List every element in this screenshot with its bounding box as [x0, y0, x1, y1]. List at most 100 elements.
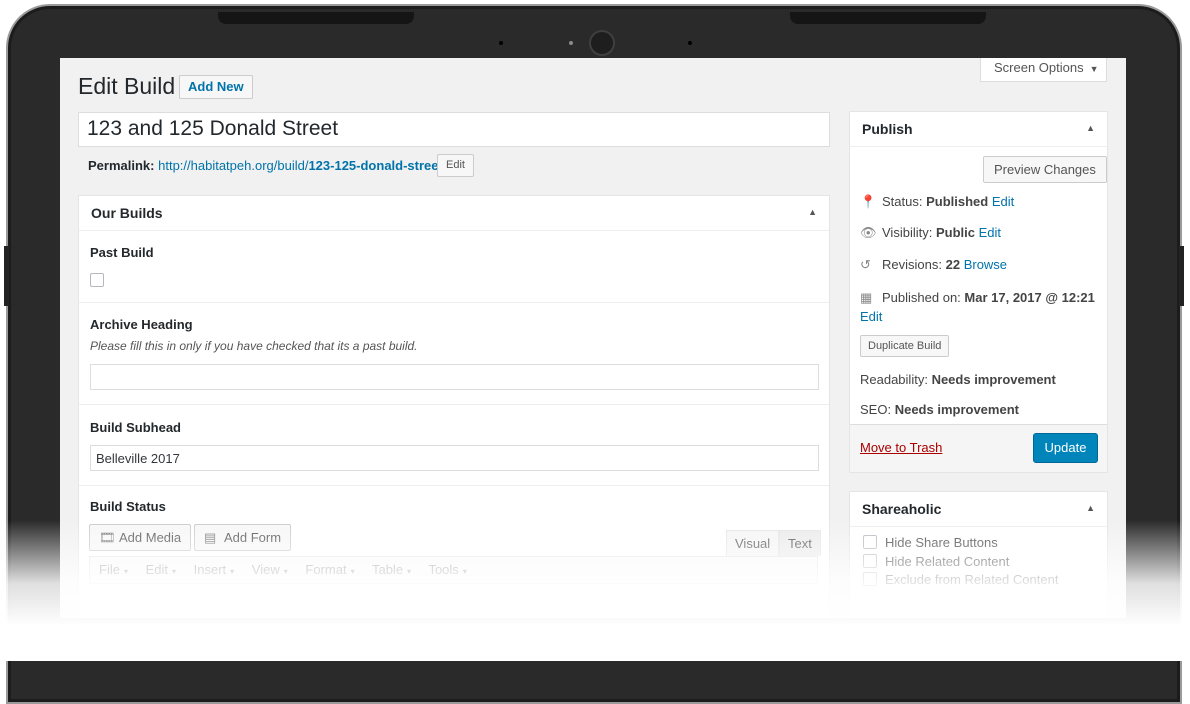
permalink-base: http://habitatpeh.org/build/: [158, 158, 309, 173]
add-media-label: Add Media: [119, 530, 182, 545]
menu-edit[interactable]: Edit: [146, 562, 168, 577]
update-button[interactable]: Update: [1033, 433, 1098, 463]
status-row: 📍 Status: Published Edit: [860, 194, 1014, 210]
published-on-edit-link[interactable]: Edit: [860, 309, 882, 324]
tab-visual[interactable]: Visual: [726, 530, 780, 556]
history-icon: ↺: [860, 257, 871, 272]
revisions-row: ↺ Revisions: 22 Browse: [860, 257, 1007, 273]
post-title-input[interactable]: 123 and 125 Donald Street: [78, 112, 830, 147]
move-to-trash-link[interactable]: Move to Trash: [860, 440, 942, 455]
published-on-row: ▦ Published on: Mar 17, 2017 @ 12:21 Edit: [860, 288, 1100, 326]
menu-file[interactable]: File: [99, 562, 120, 577]
duplicate-build-button[interactable]: Duplicate Build: [860, 335, 950, 357]
published-on-value: Mar 17, 2017 @ 12:21: [964, 290, 1095, 305]
revisions-label: Revisions:: [882, 257, 942, 272]
screen-options-button[interactable]: Screen Options ▼: [980, 58, 1107, 82]
revisions-browse-link[interactable]: Browse: [964, 257, 1007, 272]
visibility-value: Public: [935, 225, 975, 240]
exclude-related-content-checkbox[interactable]: [863, 572, 877, 586]
menu-view[interactable]: View: [252, 562, 280, 577]
archive-heading-input[interactable]: [90, 364, 819, 390]
permalink-slug: 123-125-donald-street: [308, 158, 443, 173]
hide-share-buttons-label: Hide Share Buttons: [885, 535, 998, 550]
menu-format[interactable]: Format: [305, 562, 346, 577]
screen: Screen Options ▼ Edit Build Add New 123 a…: [60, 58, 1126, 618]
permalink-edit-button[interactable]: Edit: [437, 154, 474, 177]
triangle-down-icon: ▼: [1089, 64, 1099, 74]
readability-row: Readability: Needs improvement: [860, 372, 1056, 387]
past-build-field: Past Build: [79, 231, 829, 303]
add-form-label: Add Form: [224, 530, 282, 545]
hinge-right: [790, 12, 986, 24]
shareaholic-item[interactable]: Hide Share Buttons: [863, 535, 998, 550]
build-status-label: Build Status: [90, 499, 166, 514]
past-build-label: Past Build: [90, 245, 154, 260]
sensor-dot: [499, 41, 503, 45]
editor-menubar: File ▾ Edit ▾ Insert ▾ View ▾ Format ▾ Table ▾…: [89, 556, 818, 584]
publish-title: Publish: [862, 121, 913, 137]
side-button: [4, 246, 9, 306]
calendar-icon: ▦: [860, 290, 873, 305]
page-title: Edit Build: [78, 73, 176, 99]
preview-changes-button[interactable]: Preview Changes: [983, 156, 1107, 183]
build-subhead-input[interactable]: Belleville 2017: [90, 445, 819, 471]
triangle-up-icon[interactable]: ▲: [1086, 503, 1095, 513]
menu-tools[interactable]: Tools: [428, 562, 458, 577]
menu-table[interactable]: Table: [372, 562, 403, 577]
pin-icon: 📍: [860, 194, 877, 209]
publish-header[interactable]: Publish ▲: [850, 112, 1107, 147]
hinge-left: [218, 12, 414, 24]
status-edit-link[interactable]: Edit: [992, 194, 1014, 209]
tab-text[interactable]: Text: [779, 530, 821, 556]
build-subhead-field: Build Subhead Belleville 2017: [79, 405, 829, 486]
readability-value: Needs improvement: [931, 372, 1056, 387]
triangle-up-icon[interactable]: ▲: [1086, 123, 1095, 133]
shareaholic-header[interactable]: Shareaholic ▲: [850, 492, 1107, 527]
our-builds-title: Our Builds: [91, 205, 163, 221]
add-new-button[interactable]: Add New: [179, 75, 253, 99]
published-on-label: Published on:: [882, 290, 961, 305]
archive-heading-description: Please fill this in only if you have che…: [90, 339, 418, 353]
hide-related-content-checkbox[interactable]: [863, 554, 877, 568]
exclude-related-content-label: Exclude from Related Content: [885, 572, 1059, 587]
visibility-row: 👁 Visibility: Public Edit: [860, 225, 1001, 241]
permalink-link[interactable]: http://habitatpeh.org/build/123-125-dona…: [158, 158, 446, 173]
eye-icon: 👁: [860, 225, 877, 240]
add-media-button[interactable]: 🎞 Add Media: [89, 524, 192, 551]
status-value: Published: [926, 194, 989, 209]
permalink: Permalink: http://habitatpeh.org/build/1…: [88, 158, 446, 173]
menu-insert[interactable]: Insert: [194, 562, 227, 577]
triangle-up-icon[interactable]: ▲: [808, 207, 817, 217]
our-builds-box: Our Builds ▲ Past Build Archive Heading P…: [78, 195, 830, 618]
status-label: Status:: [882, 194, 923, 209]
past-build-checkbox[interactable]: [90, 273, 104, 287]
sensor-dot: [688, 41, 692, 45]
media-icon: 🎞: [99, 530, 116, 545]
shareaholic-item[interactable]: Exclude from Related Content: [863, 572, 1058, 587]
form-icon: ▤: [204, 530, 217, 545]
our-builds-header[interactable]: Our Builds ▲: [79, 196, 829, 231]
side-button: [1179, 246, 1184, 306]
archive-heading-label: Archive Heading: [90, 317, 193, 332]
add-form-button[interactable]: ▤ Add Form: [194, 524, 292, 551]
visibility-label: Visibility:: [882, 225, 933, 240]
hide-related-content-label: Hide Related Content: [885, 554, 1010, 569]
archive-heading-field: Archive Heading Please fill this in only…: [79, 303, 829, 405]
shareaholic-box: Shareaholic ▲ Hide Share Buttons Hide Rel…: [849, 491, 1108, 618]
shareaholic-title: Shareaholic: [862, 501, 942, 517]
seo-row: SEO: Needs improvement: [860, 402, 1019, 417]
permalink-label: Permalink:: [88, 158, 155, 173]
seo-value: Needs improvement: [894, 402, 1019, 417]
shareaholic-item[interactable]: Hide Related Content: [863, 554, 1009, 569]
visibility-edit-link[interactable]: Edit: [979, 225, 1001, 240]
seo-label: SEO:: [860, 402, 892, 417]
sensor-dot: [569, 41, 573, 45]
camera: [589, 30, 615, 56]
publish-box: Publish ▲ Preview Changes 📍 Status: Publis…: [849, 111, 1108, 473]
revisions-value: 22: [945, 257, 961, 272]
hide-share-buttons-checkbox[interactable]: [863, 535, 877, 549]
publish-actions: Move to Trash Update: [850, 424, 1107, 472]
readability-label: Readability:: [860, 372, 928, 387]
build-subhead-label: Build Subhead: [90, 420, 181, 435]
screen-options-label: Screen Options: [994, 60, 1084, 75]
